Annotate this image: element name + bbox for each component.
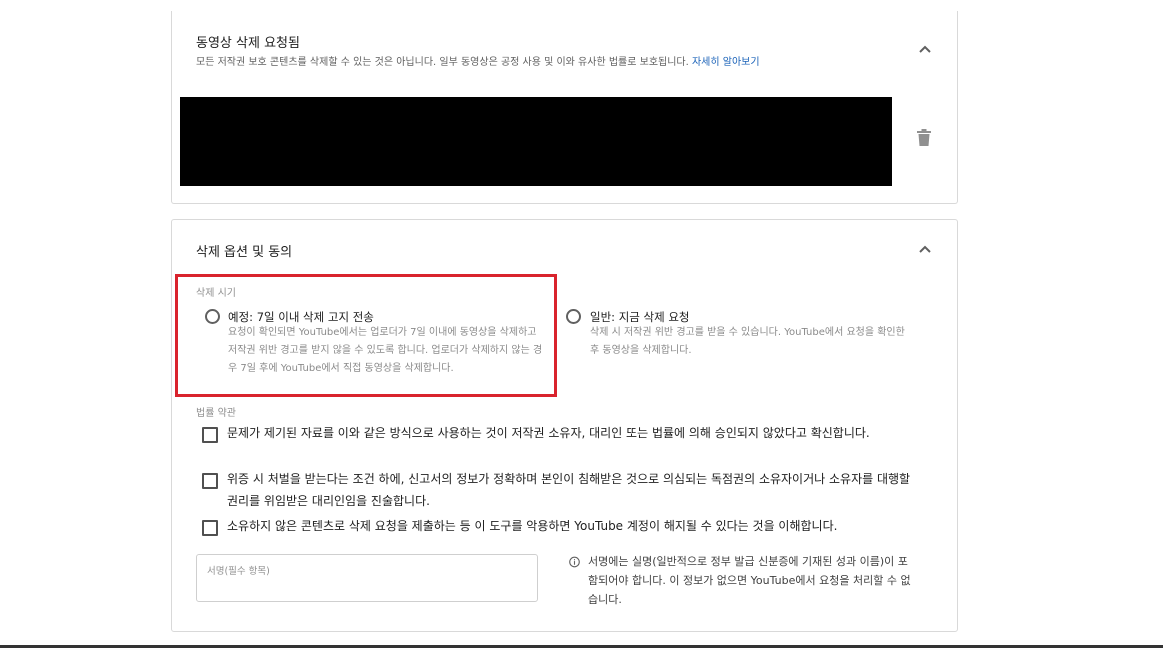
video-removal-card: 동영상 삭제 요청됨 모든 저작권 보호 콘텐츠를 삭제할 수 있는 것은 아닙…: [171, 11, 958, 204]
learn-more-link[interactable]: 자세히 알아보기: [692, 57, 760, 68]
legal-checkbox-3[interactable]: [202, 520, 218, 536]
legal-label: 법률 약관: [196, 408, 236, 419]
legal-checkbox-2[interactable]: [202, 473, 218, 489]
legal-item-2: 위증 시 처벌을 받는다는 조건 하에, 신고서의 정보가 정확하며 본인이 침…: [227, 472, 911, 508]
standard-description: 삭제 시 저작권 위반 경고를 받을 수 있습니다. YouTube에서 요청을…: [590, 327, 905, 356]
removal-options-card: 삭제 옵션 및 동의 삭제 시기 예정: 7일 이내 삭제 고지 전송 요청이 …: [171, 219, 958, 632]
scheduled-description: 요청이 확인되면 YouTube에서는 업로더가 7일 이내에 동영상을 삭제하…: [228, 327, 543, 374]
legal-item-1: 문제가 제기된 자료를 이와 같은 방식으로 사용하는 것이 저작권 소유자, …: [227, 426, 870, 440]
trash-icon[interactable]: [915, 127, 933, 147]
options-card-title: 삭제 옵션 및 동의: [196, 245, 293, 260]
signature-input[interactable]: 서명(필수 항목): [196, 554, 538, 602]
legal-checkbox-1[interactable]: [202, 427, 218, 443]
signature-placeholder: 서명(필수 항목): [207, 566, 270, 577]
page: 동영상 삭제 요청됨 모든 저작권 보호 콘텐츠를 삭제할 수 있는 것은 아닙…: [0, 0, 1163, 648]
video-card-subtitle-text: 모든 저작권 보호 콘텐츠를 삭제할 수 있는 것은 아닙니다. 일부 동영상은…: [196, 57, 689, 68]
timing-label: 삭제 시기: [196, 288, 236, 299]
legal-item-3: 소유하지 않은 콘텐츠로 삭제 요청을 제출하는 등 이 도구를 악용하면 Yo…: [227, 519, 838, 533]
scheduled-radio[interactable]: [205, 309, 220, 324]
standard-title: 일반: 지금 삭제 요청: [590, 310, 690, 324]
chevron-up-icon[interactable]: [916, 240, 934, 258]
video-card-title: 동영상 삭제 요청됨: [196, 36, 300, 51]
redacted-video-info: [180, 97, 892, 186]
chevron-up-icon[interactable]: [916, 40, 934, 58]
standard-radio[interactable]: [566, 309, 581, 324]
info-icon: [569, 556, 580, 567]
signature-info: 서명에는 실명(일반적으로 정부 발급 신분증에 기재된 성과 이름)이 포함되…: [588, 555, 911, 606]
scheduled-title: 예정: 7일 이내 삭제 고지 전송: [228, 310, 374, 324]
video-card-subtitle: 모든 저작권 보호 콘텐츠를 삭제할 수 있는 것은 아닙니다. 일부 동영상은…: [196, 53, 760, 68]
